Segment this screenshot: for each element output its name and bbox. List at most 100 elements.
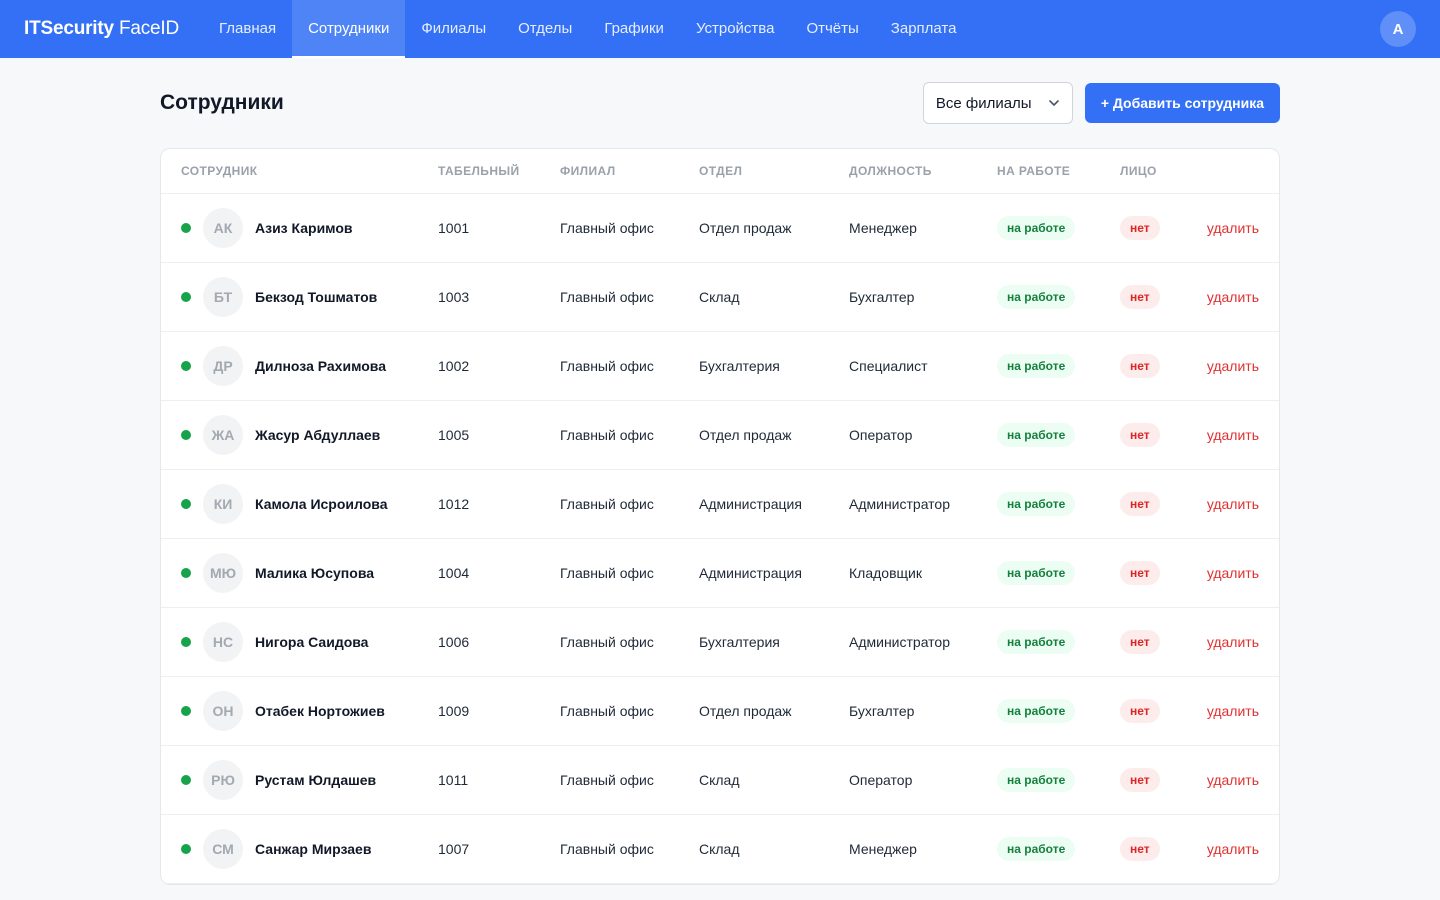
employee-position: Администратор (849, 496, 951, 512)
employee-name[interactable]: Рустам Юлдашев (255, 772, 376, 788)
employee-avatar: ОН (203, 691, 243, 731)
employee-avatar: ЖА (203, 415, 243, 455)
col-header-position[interactable]: ДОЛЖНОСТЬ (849, 164, 997, 178)
table-row[interactable]: БТ Бекзод Тошматов 1003 Главный офис Склад Бу… (161, 263, 1279, 332)
employee-avatar: ДР (203, 346, 243, 386)
table-row[interactable]: АК Азиз Каримов 1001 Главный офис Отдел прод… (161, 194, 1279, 263)
online-status-dot (181, 637, 191, 647)
employee-cell: БТ Бекзод Тошматов (181, 277, 438, 317)
delete-link[interactable]: удалить (1190, 772, 1259, 788)
nav-item-schedules[interactable]: Графики (588, 0, 680, 58)
delete-link[interactable]: удалить (1190, 358, 1259, 374)
branch-filter-select[interactable]: Все филиалы (922, 82, 1073, 124)
col-header-tab-number[interactable]: ТАБЕЛЬНЫЙ (438, 164, 560, 178)
brand-suffix: FaceID (113, 18, 179, 39)
employee-cell: РЮ Рустам Юлдашев (181, 760, 438, 800)
employee-department: Отдел продаж (699, 427, 792, 443)
nav-item-branches[interactable]: Филиалы (405, 0, 502, 58)
nav-item-devices[interactable]: Устройства (680, 0, 790, 58)
delete-link[interactable]: удалить (1190, 841, 1259, 857)
brand-logo[interactable]: ITSecurity FaceID (24, 18, 179, 40)
table-row[interactable]: СМ Санжар Мирзаев 1007 Главный офис Склад Мен… (161, 815, 1279, 884)
at-work-badge: на работе (997, 630, 1076, 654)
online-status-dot (181, 775, 191, 785)
at-work-badge: на работе (997, 285, 1076, 309)
employee-name[interactable]: Нигора Саидова (255, 634, 368, 650)
employee-branch: Главный офис (560, 496, 654, 512)
employee-name[interactable]: Малика Юсупова (255, 565, 374, 581)
employee-avatar: РЮ (203, 760, 243, 800)
nav-item-reports[interactable]: Отчёты (790, 0, 874, 58)
employee-name[interactable]: Бекзод Тошматов (255, 289, 377, 305)
delete-link[interactable]: удалить (1190, 220, 1259, 236)
table-row[interactable]: НС Нигора Саидова 1006 Главный офис Бухгалте… (161, 608, 1279, 677)
face-status-badge: нет (1120, 423, 1160, 447)
employee-name[interactable]: Жасур Абдуллаев (255, 427, 380, 443)
employee-tab-number: 1004 (438, 565, 470, 581)
employee-avatar: КИ (203, 484, 243, 524)
table-row[interactable]: КИ Камола Исроилова 1012 Главный офис Админи… (161, 470, 1279, 539)
delete-link[interactable]: удалить (1190, 289, 1259, 305)
employee-branch: Главный офис (560, 772, 654, 788)
delete-link[interactable]: удалить (1190, 634, 1259, 650)
col-header-at-work[interactable]: НА РАБОТЕ (997, 164, 1120, 178)
nav-item-home[interactable]: Главная (203, 0, 292, 58)
nav-item-departments[interactable]: Отделы (502, 0, 588, 58)
delete-link[interactable]: удалить (1190, 427, 1259, 443)
add-employee-button[interactable]: + Добавить сотрудника (1084, 83, 1280, 123)
employees-table: СОТРУДНИК ТАБЕЛЬНЫЙ ФИЛИАЛ ОТДЕЛ ДОЛЖНОС… (160, 148, 1280, 885)
delete-link[interactable]: удалить (1190, 496, 1259, 512)
employee-cell: КИ Камола Исроилова (181, 484, 438, 524)
table-row[interactable]: ОН Отабек Нортожиев 1009 Главный офис Отдел … (161, 677, 1279, 746)
delete-link[interactable]: удалить (1190, 565, 1259, 581)
employee-avatar: БТ (203, 277, 243, 317)
employee-branch: Главный офис (560, 703, 654, 719)
employee-tab-number: 1005 (438, 427, 470, 443)
online-status-dot (181, 361, 191, 371)
employee-name[interactable]: Камола Исроилова (255, 496, 387, 512)
face-status-badge: нет (1120, 492, 1160, 516)
employee-branch: Главный офис (560, 841, 654, 857)
employee-cell: СМ Санжар Мирзаев (181, 829, 438, 869)
brand-name: ITSecurity (24, 18, 114, 39)
table-row[interactable]: ЖА Жасур Абдуллаев 1005 Главный офис Отдел п… (161, 401, 1279, 470)
employee-tab-number: 1011 (438, 772, 469, 788)
user-avatar[interactable]: A (1380, 11, 1416, 47)
table-row[interactable]: ДР Дилноза Рахимова 1002 Главный офис Бухгал… (161, 332, 1279, 401)
employee-department: Склад (699, 289, 740, 305)
employee-name[interactable]: Азиз Каримов (255, 220, 353, 236)
page-header: Сотрудники Все филиалы + Добавить сотруд… (160, 58, 1280, 148)
employee-branch: Главный офис (560, 634, 654, 650)
employee-tab-number: 1007 (438, 841, 470, 857)
table-row[interactable]: РЮ Рустам Юлдашев 1011 Главный офис Склад Опе… (161, 746, 1279, 815)
employee-position: Специалист (849, 358, 928, 374)
nav-item-salary[interactable]: Зарплата (875, 0, 973, 58)
main-content: Сотрудники Все филиалы + Добавить сотруд… (160, 58, 1280, 885)
table-row[interactable]: МЮ Малика Юсупова 1004 Главный офис Админист… (161, 539, 1279, 608)
col-header-branch[interactable]: ФИЛИАЛ (560, 164, 699, 178)
col-header-department[interactable]: ОТДЕЛ (699, 164, 849, 178)
employee-cell: ЖА Жасур Абдуллаев (181, 415, 438, 455)
face-status-badge: нет (1120, 768, 1160, 792)
at-work-badge: на работе (997, 216, 1076, 240)
employee-position: Администратор (849, 634, 951, 650)
employee-position: Менеджер (849, 220, 917, 236)
employee-avatar: АК (203, 208, 243, 248)
employee-name[interactable]: Отабек Нортожиев (255, 703, 385, 719)
employee-avatar: НС (203, 622, 243, 662)
online-status-dot (181, 430, 191, 440)
employee-department: Администрация (699, 496, 802, 512)
nav-item-employees[interactable]: Сотрудники (292, 0, 406, 58)
employee-cell: НС Нигора Саидова (181, 622, 438, 662)
employee-position: Бухгалтер (849, 289, 915, 305)
employee-tab-number: 1006 (438, 634, 470, 650)
employee-branch: Главный офис (560, 220, 654, 236)
employee-department: Отдел продаж (699, 703, 792, 719)
col-header-face[interactable]: ЛИЦО (1120, 164, 1190, 178)
delete-link[interactable]: удалить (1190, 703, 1259, 719)
employee-tab-number: 1002 (438, 358, 470, 374)
col-header-employee[interactable]: СОТРУДНИК (181, 164, 438, 178)
employee-name[interactable]: Дилноза Рахимова (255, 358, 386, 374)
employee-name[interactable]: Санжар Мирзаев (255, 841, 371, 857)
face-status-badge: нет (1120, 354, 1160, 378)
